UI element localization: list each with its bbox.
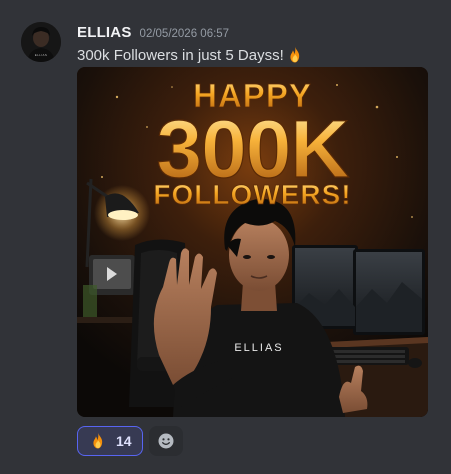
chat-message: ELLIAS ELLIAS 02/05/2026 06:57 300k Foll… — [0, 0, 451, 474]
shirt-text: ELLIAS — [234, 342, 283, 354]
reaction-fire[interactable]: 14 — [77, 426, 143, 456]
headline-bottom: FOLLOWERS! — [153, 179, 351, 210]
message-timestamp: 02/05/2026 06:57 — [139, 28, 230, 40]
fire-emoji-icon — [93, 432, 103, 449]
reactions-bar: 14 — [77, 426, 183, 456]
message-text: 300k Followers in just 5 Dayss! — [77, 46, 284, 64]
image-attachment[interactable]: ELLIAS HAPPY 300K FOLLOWERS! — [77, 67, 428, 417]
smiley-add-icon — [158, 433, 174, 449]
user-avatar[interactable]: ELLIAS — [21, 22, 61, 62]
reaction-count: 14 — [116, 433, 132, 449]
username[interactable]: ELLIAS — [77, 24, 132, 41]
avatar-image: ELLIAS — [21, 22, 61, 62]
message-content: 300k Followers in just 5 Dayss! — [77, 45, 305, 65]
celebration-poster-image: ELLIAS HAPPY 300K FOLLOWERS! — [77, 67, 428, 417]
avatar-shirt-text: ELLIAS — [35, 53, 48, 57]
message-header: ELLIAS 02/05/2026 06:57 — [77, 24, 229, 42]
fire-emoji-icon — [290, 46, 299, 63]
add-reaction-button[interactable] — [148, 426, 183, 456]
